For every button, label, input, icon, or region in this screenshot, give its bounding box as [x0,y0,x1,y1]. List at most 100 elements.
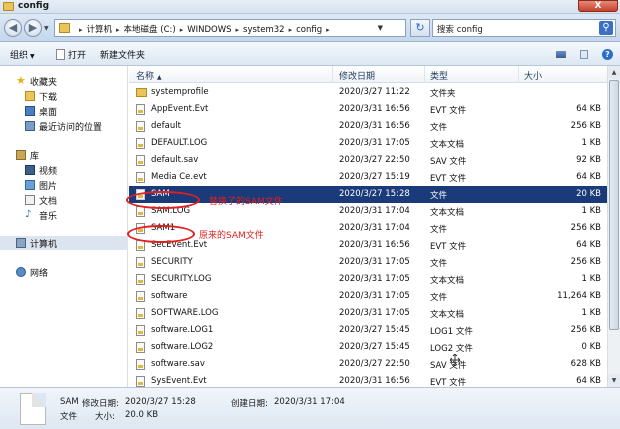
file-size-cell: 64 KB [576,240,601,250]
table-row[interactable]: software 2020/3/31 17:05 文件 11,264 KB [129,288,607,305]
file-size-cell: 1 KB [581,206,601,216]
recent-pages-dropdown-icon[interactable]: ▼ [44,25,49,32]
table-row[interactable]: systemprofile 2020/3/27 11:22 文件夹 [129,84,607,101]
scrollbar-thumb[interactable] [609,80,619,330]
chevron-right-icon[interactable]: ▸ [79,26,83,34]
help-icon: ? [602,49,613,60]
file-icon [136,104,145,115]
new-folder-button[interactable]: 新建文件夹 [100,48,145,61]
file-date-cell: 2020/3/31 17:05 [339,138,410,148]
nav-desktop[interactable]: 桌面 [0,104,128,118]
table-row[interactable]: SOFTWARE.LOG 2020/3/31 17:05 文本文档 1 KB [129,305,607,322]
breadcrumb-system32[interactable]: system32 [243,25,285,35]
file-type-cell: 文件 [430,123,448,133]
column-header-type[interactable]: 类型 [430,69,448,82]
folder-icon [3,2,14,11]
help-button[interactable]: ? [598,46,614,61]
nav-videos[interactable]: 视频 [0,163,128,177]
refresh-button[interactable]: ↻ [410,19,430,37]
file-list: 名称 ▲ 修改日期 类型 大小 systemprofile 2020/3/27 11… [126,66,607,388]
file-type-cell: 文件 [430,259,448,269]
file-date-cell: 2020/3/27 15:19 [339,172,410,182]
organize-button[interactable]: 组织 ▼ [10,48,35,61]
computer-icon [16,238,26,248]
file-icon [136,121,145,132]
column-header-date[interactable]: 修改日期 [339,69,375,82]
nav-recent[interactable]: 最近访问的位置 [0,119,128,133]
nav-documents[interactable]: 文档 [0,193,128,207]
chevron-right-icon[interactable]: ▸ [326,26,330,34]
nav-network[interactable]: 网络 [0,265,128,279]
table-row[interactable]: SAM 2020/3/27 15:28 文件 20 KB [129,186,607,203]
chevron-right-icon[interactable]: ▸ [236,26,240,34]
table-row[interactable]: software.sav 2020/3/27 22:50 SAV 文件 628 KB [129,356,607,373]
table-row[interactable]: SECURITY.LOG 2020/3/31 17:05 文本文档 1 KB [129,271,607,288]
breadcrumb-local-disk[interactable]: 本地磁盘 (C:) [124,25,176,35]
address-dropdown-icon[interactable]: ▼ [378,24,383,32]
breadcrumb-computer[interactable]: 计算机 [87,25,113,35]
column-divider[interactable] [518,66,519,83]
nav-label: 音乐 [39,212,58,222]
search-placeholder: 搜索 config [437,25,483,35]
column-divider[interactable] [332,66,333,83]
file-icon [136,138,145,149]
file-icon [136,274,145,285]
breadcrumb-windows[interactable]: WINDOWS [187,25,231,35]
table-row[interactable]: SECURITY 2020/3/31 17:05 文件 256 KB [129,254,607,271]
table-row[interactable]: DEFAULT.LOG 2020/3/31 17:05 文本文档 1 KB [129,135,607,152]
nav-computer[interactable]: 计算机 [0,236,128,250]
nav-libraries[interactable]: 库 [0,148,128,162]
close-button[interactable]: X [578,0,618,12]
table-row[interactable]: SAM.LOG 2020/3/31 17:04 文本文档 1 KB [129,203,607,220]
nav-label: 文档 [39,197,58,207]
column-header-size[interactable]: 大小 [524,69,542,82]
file-size-cell: 1 KB [581,274,601,284]
nav-label: 视频 [39,167,58,177]
table-row[interactable]: software.LOG1 2020/3/27 15:45 LOG1 文件 256 K… [129,322,607,339]
network-icon [16,267,26,277]
table-row[interactable]: Media Ce.evt 2020/3/27 15:19 EVT 文件 64 KB [129,169,607,186]
file-name-cell: software [151,291,188,301]
nav-music[interactable]: ♪ 音乐 [0,208,128,223]
file-icon [136,291,145,302]
address-input[interactable]: ▸ 计算机 ▸ 本地磁盘 (C:) ▸ WINDOWS ▸ system32 ▸ config ▸ … [54,19,406,37]
file-size-cell: 92 KB [576,155,601,165]
vertical-scrollbar[interactable]: ▲ ▼ [607,66,620,387]
table-row[interactable]: software.LOG2 2020/3/27 15:45 LOG2 文件 0 KB [129,339,607,356]
file-type-cell: EVT 文件 [430,106,467,116]
search-input[interactable]: 搜索 config ⚲ [432,19,616,37]
table-row[interactable]: default.sav 2020/3/27 22:50 SAV 文件 92 KB [129,152,607,169]
nav-favorites[interactable]: ★ 收藏夹 [0,74,128,88]
file-thumbnail-icon [20,393,46,425]
nav-pictures[interactable]: 图片 [0,178,128,192]
table-row[interactable]: default 2020/3/31 16:56 文件 256 KB [129,118,607,135]
file-name-cell: software.LOG1 [151,325,214,335]
open-button[interactable]: 打开 [56,48,86,61]
nav-label: 收藏夹 [30,78,58,88]
search-icon[interactable]: ⚲ [599,21,613,35]
table-row[interactable]: AppEvent.Evt 2020/3/31 16:56 EVT 文件 64 KB [129,101,607,118]
preview-pane-icon [580,50,588,59]
scroll-up-icon[interactable]: ▲ [608,66,620,79]
back-button[interactable]: ◀ [4,19,22,37]
chevron-down-icon: ▼ [30,53,35,60]
file-date-cell: 2020/3/27 22:50 [339,155,410,165]
chevron-right-icon[interactable]: ▸ [180,26,184,34]
scroll-down-icon[interactable]: ▼ [608,374,620,387]
file-type-cell: 文本文档 [430,276,465,286]
forward-button[interactable]: ▶ [24,19,42,37]
nav-downloads[interactable]: 下载 [0,89,128,103]
file-date-cell: 2020/3/27 15:28 [339,189,410,199]
preview-pane-button[interactable] [575,46,591,61]
breadcrumb-config[interactable]: config [296,25,322,35]
file-icon [136,257,145,268]
column-header-name[interactable]: 名称 ▲ [136,69,162,82]
file-date-cell: 2020/3/31 16:56 [339,240,410,250]
file-type-cell: LOG1 文件 [430,327,473,337]
picture-icon [25,180,35,190]
chevron-right-icon[interactable]: ▸ [116,26,120,34]
nav-label: 图片 [39,182,58,192]
chevron-right-icon[interactable]: ▸ [289,26,293,34]
column-divider[interactable] [424,66,425,83]
change-view-button[interactable] [552,46,568,61]
